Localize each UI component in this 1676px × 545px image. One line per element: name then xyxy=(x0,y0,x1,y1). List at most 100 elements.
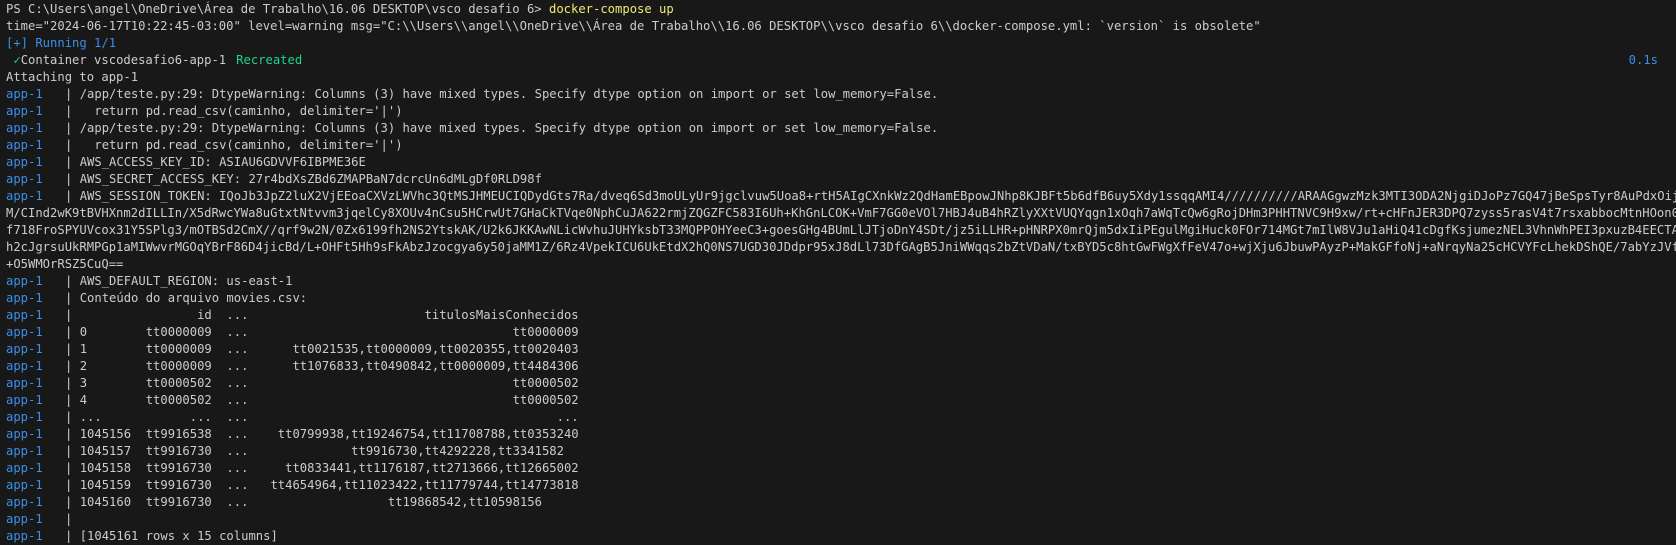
log-text: M/CInd2wK9tBVHXnm2dILLIn/X5dRwcYWa8uGtxt… xyxy=(6,206,1676,220)
log-text: h2cJgrsuUkRMPGp1aMIWwvrMGOqYBrF86D4jicBd… xyxy=(6,240,1676,254)
log-line: app-1 | AWS_ACCESS_KEY_ID: ASIAU6GDVVF6IB… xyxy=(6,154,1676,171)
pipe-separator: | xyxy=(65,189,80,203)
log-line: app-1 | xyxy=(6,511,1676,528)
app-prefix: app-1 xyxy=(6,444,43,458)
pipe-separator: | xyxy=(65,427,80,441)
log-text: 1 tt0000009 ... tt0021535,tt0000009,tt00… xyxy=(79,342,579,356)
log-text: 0 tt0000009 ... tt0000009 xyxy=(79,325,579,339)
pipe-separator: | xyxy=(65,495,80,509)
pipe-separator: | xyxy=(65,342,80,356)
log-text: Conteúdo do arquivo movies.csv: xyxy=(79,291,308,305)
pipe-separator: | xyxy=(65,104,80,118)
log-line: app-1 | 1045159 tt9916730 ... tt4654964,t… xyxy=(6,477,1676,494)
recreated-status: Recreated xyxy=(236,53,303,67)
pipe-separator: | xyxy=(65,325,80,339)
log-text: AWS_DEFAULT_REGION: us-east-1 xyxy=(79,274,293,288)
log-line: app-1 | 1045156 tt9916538 ... tt0799938,t… xyxy=(6,426,1676,443)
session-token-continuation: f718FroSPYUVcox31Y5SPlg3/mOTBSd2CmX//qrf… xyxy=(6,222,1676,239)
app-prefix: app-1 xyxy=(6,529,43,543)
command: docker-compose up xyxy=(548,2,674,16)
app-prefix: app-1 xyxy=(6,274,43,288)
app-prefix: app-1 xyxy=(6,359,43,373)
prompt: PS C:\Users\angel\OneDrive\Área de Traba… xyxy=(6,2,542,16)
pipe-separator: | xyxy=(65,172,80,186)
log-line: app-1 | 0 tt0000009 ... tt0000009 xyxy=(6,324,1676,341)
pipe-separator: | xyxy=(65,308,80,322)
app-prefix: app-1 xyxy=(6,308,43,322)
app-prefix: app-1 xyxy=(6,189,43,203)
app-prefix: app-1 xyxy=(6,121,43,135)
log-line: app-1 | return pd.read_csv(caminho, delim… xyxy=(6,137,1676,154)
log-text: ... ... ... ... xyxy=(79,410,579,424)
log-text: 3 tt0000502 ... tt0000502 xyxy=(79,376,579,390)
log-line: app-1 | 1045160 tt9916730 ... tt19868542,… xyxy=(6,494,1676,511)
app-prefix: app-1 xyxy=(6,461,43,475)
log-text: f718FroSPYUVcox31Y5SPlg3/mOTBSd2CmX//qrf… xyxy=(6,223,1676,237)
app-prefix: app-1 xyxy=(6,427,43,441)
app-prefix: app-1 xyxy=(6,138,43,152)
app-prefix: app-1 xyxy=(6,172,43,186)
log-line: app-1 | 1045158 tt9916730 ... tt0833441,t… xyxy=(6,460,1676,477)
log-text: /app/teste.py:29: DtypeWarning: Columns … xyxy=(79,87,939,101)
log-output: app-1 | /app/teste.py:29: DtypeWarning: C… xyxy=(6,86,1676,545)
log-line: app-1 | id ... titulosMaisConhecidos xyxy=(6,307,1676,324)
duration: 0.1s xyxy=(1628,53,1658,67)
terminal[interactable]: PS C:\Users\angel\OneDrive\Área de Traba… xyxy=(0,0,1676,545)
log-line: app-1 | Conteúdo do arquivo movies.csv: xyxy=(6,290,1676,307)
log-text: AWS_ACCESS_KEY_ID: ASIAU6GDVVF6IBPME36E xyxy=(79,155,366,169)
pipe-separator: | xyxy=(65,410,80,424)
log-text: AWS_SESSION_TOKEN: IQoJb3JpZ2luX2VjEEoaC… xyxy=(79,189,1676,203)
check-icon: ✓ xyxy=(13,53,21,67)
version-warning-line: time="2024-06-17T10:22:45-03:00" level=w… xyxy=(6,19,1261,33)
session-token-continuation: +O5WMOrRSZ5CuQ== xyxy=(6,256,1676,273)
log-text: AWS_SECRET_ACCESS_KEY: 27r4bdXsZBd6ZMAPB… xyxy=(79,172,542,186)
pipe-separator: | xyxy=(65,155,80,169)
log-line: app-1 | 1 tt0000009 ... tt0021535,tt00000… xyxy=(6,341,1676,358)
log-text: /app/teste.py:29: DtypeWarning: Columns … xyxy=(79,121,939,135)
log-line: app-1 | ... ... ... ... xyxy=(6,409,1676,426)
session-token-continuation: M/CInd2wK9tBVHXnm2dILLIn/X5dRwcYWa8uGtxt… xyxy=(6,205,1676,222)
app-prefix: app-1 xyxy=(6,512,43,526)
log-line: app-1 | [1045161 rows x 15 columns] xyxy=(6,528,1676,545)
log-line: app-1 | return pd.read_csv(caminho, delim… xyxy=(6,103,1676,120)
pipe-separator: | xyxy=(65,274,80,288)
app-prefix: app-1 xyxy=(6,495,43,509)
pipe-separator: | xyxy=(65,512,80,526)
attaching-line: Attaching to app-1 xyxy=(6,70,139,84)
pipe-separator: | xyxy=(65,87,80,101)
running-status: [+] Running 1/1 xyxy=(6,36,117,50)
log-line: app-1 | AWS_SECRET_ACCESS_KEY: 27r4bdXsZB… xyxy=(6,171,1676,188)
log-text: +O5WMOrRSZ5CuQ== xyxy=(6,257,124,271)
app-prefix: app-1 xyxy=(6,87,43,101)
log-text: 1045159 tt9916730 ... tt4654964,tt110234… xyxy=(79,478,579,492)
pipe-separator: | xyxy=(65,376,80,390)
log-line: app-1 | 4 tt0000502 ... tt0000502 xyxy=(6,392,1676,409)
session-token-line: app-1 | AWS_SESSION_TOKEN: IQoJb3JpZ2luX2… xyxy=(6,188,1676,205)
log-line: app-1 | AWS_DEFAULT_REGION: us-east-1 xyxy=(6,273,1676,290)
app-prefix: app-1 xyxy=(6,478,43,492)
log-line: app-1 | /app/teste.py:29: DtypeWarning: C… xyxy=(6,86,1676,103)
log-text: 1045156 tt9916538 ... tt0799938,tt192467… xyxy=(79,427,579,441)
app-prefix: app-1 xyxy=(6,104,43,118)
app-prefix: app-1 xyxy=(6,325,43,339)
app-prefix: app-1 xyxy=(6,155,43,169)
container-name: Container vscodesafio6-app-1 xyxy=(20,53,227,67)
log-text: 4 tt0000502 ... tt0000502 xyxy=(79,393,579,407)
log-line: app-1 | 3 tt0000502 ... tt0000502 xyxy=(6,375,1676,392)
app-prefix: app-1 xyxy=(6,342,43,356)
container-status-line: ✓Container vscodesafio6-app-1 Recreated 0.… xyxy=(6,52,1676,69)
log-text: [1045161 rows x 15 columns] xyxy=(79,529,278,543)
log-text: 2 tt0000009 ... tt1076833,tt0490842,tt00… xyxy=(79,359,579,373)
pipe-separator: | xyxy=(65,359,80,373)
log-text: id ... titulosMaisConhecidos xyxy=(79,308,579,322)
log-line: app-1 | 2 tt0000009 ... tt1076833,tt04908… xyxy=(6,358,1676,375)
pipe-separator: | xyxy=(65,138,80,152)
pipe-separator: | xyxy=(65,461,80,475)
log-text: return pd.read_csv(caminho, delimiter='|… xyxy=(79,138,403,152)
app-prefix: app-1 xyxy=(6,393,43,407)
pipe-separator: | xyxy=(65,444,80,458)
log-text: 1045157 tt9916730 ... tt9916730,tt429222… xyxy=(79,444,564,458)
pipe-separator: | xyxy=(65,478,80,492)
app-prefix: app-1 xyxy=(6,376,43,390)
log-text: return pd.read_csv(caminho, delimiter='|… xyxy=(79,104,403,118)
